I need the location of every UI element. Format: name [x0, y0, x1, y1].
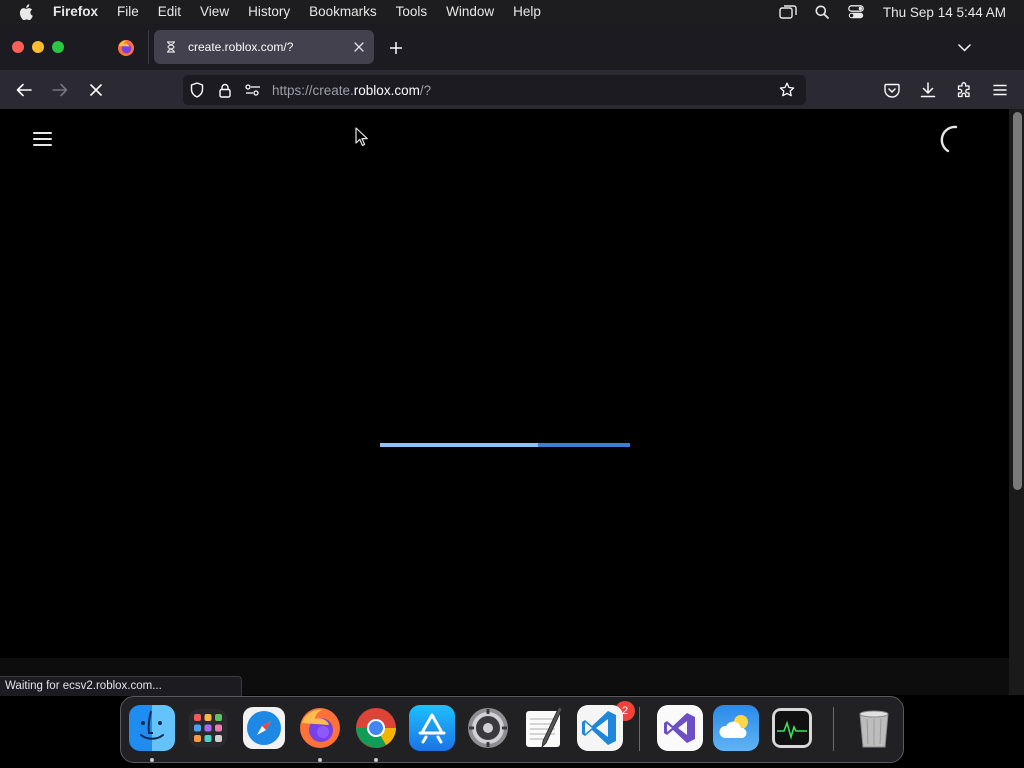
chevron-down-icon [957, 44, 971, 52]
puzzle-piece-icon [957, 82, 970, 98]
macos-dock: 2 [120, 696, 904, 763]
plus-icon [390, 42, 402, 54]
stop-loading-button[interactable] [83, 77, 109, 103]
menu-app-firefox[interactable]: Firefox [52, 0, 108, 24]
mouse-cursor-icon [355, 127, 368, 146]
download-icon [920, 82, 936, 98]
menu-bookmarks[interactable]: Bookmarks [300, 0, 387, 24]
web-page-content [0, 109, 1009, 695]
menu-items: Firefox File Edit View History Bookmarks… [52, 0, 550, 24]
dock-firefox-icon[interactable] [297, 705, 343, 751]
status-panel: Waiting for ecsv2.roblox.com... [0, 676, 242, 696]
forward-button[interactable] [47, 77, 73, 103]
tab-separator [148, 30, 149, 64]
progress-bar-fill [380, 443, 538, 447]
close-icon [90, 84, 102, 96]
dock-separator [639, 707, 640, 751]
dock-system-settings-icon[interactable] [465, 705, 511, 751]
extensions-button[interactable] [951, 77, 977, 103]
site-permissions-icon[interactable] [239, 75, 267, 105]
url-host: roblox.com [353, 82, 420, 98]
control-center-icon[interactable] [839, 0, 873, 24]
url-scheme-subdomain: https://create. [272, 82, 354, 98]
menu-help[interactable]: Help [504, 0, 551, 24]
macos-menu-bar: Firefox File Edit View History Bookmarks… [0, 0, 1024, 24]
pocket-icon [884, 83, 900, 98]
arrow-right-icon [52, 83, 68, 97]
arrow-left-icon [16, 83, 32, 97]
window-minimize-button[interactable] [32, 41, 44, 53]
dock-separator [833, 707, 834, 751]
lock-icon[interactable] [211, 75, 239, 105]
pocket-button[interactable] [879, 77, 905, 103]
dock-weather-icon[interactable] [713, 705, 759, 751]
dock-finder-icon[interactable] [129, 705, 175, 751]
menu-edit[interactable]: Edit [148, 0, 190, 24]
bookmark-star-icon[interactable] [774, 77, 800, 103]
browser-tab-bar: create.roblox.com/? [0, 24, 1024, 70]
window-zoom-button[interactable] [52, 41, 64, 53]
menu-history[interactable]: History [239, 0, 300, 24]
page-scrollbar-thumb[interactable] [1013, 112, 1022, 490]
hamburger-menu-icon [993, 84, 1007, 96]
url-text[interactable]: https://create.roblox.com/? [272, 83, 431, 98]
apple-menu-icon[interactable] [0, 4, 52, 20]
tab-title: create.roblox.com/? [188, 40, 294, 54]
app-menu-button[interactable] [987, 77, 1013, 103]
dock-running-indicator [150, 758, 154, 762]
tab-close-icon[interactable] [344, 42, 374, 52]
dock-running-indicator [374, 758, 378, 762]
spotlight-search-icon[interactable] [805, 0, 839, 24]
menubar-clock[interactable]: Thu Sep 14 5:44 AM [873, 5, 1024, 20]
menu-view[interactable]: View [191, 0, 239, 24]
downloads-button[interactable] [915, 77, 941, 103]
dock-running-indicator [318, 758, 322, 762]
dock-app-store-icon[interactable] [409, 705, 455, 751]
navigation-toolbar: https://create.roblox.com/? [0, 70, 1024, 109]
new-tab-button[interactable] [384, 36, 408, 60]
dock-trash-icon[interactable] [851, 705, 897, 751]
dock-visual-studio-icon[interactable] [657, 705, 703, 751]
page-menu-hamburger-icon[interactable] [33, 132, 55, 148]
loading-spinner-icon [940, 125, 958, 153]
dock-textedit-icon[interactable] [521, 705, 567, 751]
menubar-status-area: Thu Sep 14 5:44 AM [771, 0, 1024, 24]
url-path: /? [419, 82, 432, 98]
dock-chrome-icon[interactable] [353, 705, 399, 751]
menu-tools[interactable]: Tools [386, 0, 437, 24]
tab-active[interactable]: create.roblox.com/? [154, 30, 374, 64]
dock-vscode-icon[interactable] [577, 705, 623, 751]
menu-file[interactable]: File [108, 0, 149, 24]
dock-activity-monitor-icon[interactable] [769, 705, 815, 751]
screen-mirroring-icon[interactable] [771, 0, 805, 24]
page-loading-progress-bar [380, 443, 630, 447]
dock-launchpad-icon[interactable] [185, 705, 231, 751]
pinned-tab-firefox[interactable] [112, 34, 140, 62]
back-button[interactable] [11, 77, 37, 103]
firefox-icon [118, 40, 134, 56]
menu-window[interactable]: Window [437, 0, 504, 24]
list-all-tabs-button[interactable] [952, 36, 976, 60]
dock-safari-icon[interactable] [241, 705, 287, 751]
loading-hourglass-icon [154, 41, 188, 53]
window-close-button[interactable] [12, 41, 24, 53]
url-bar[interactable]: https://create.roblox.com/? [183, 75, 806, 105]
tracking-protection-shield-icon[interactable] [183, 75, 211, 105]
